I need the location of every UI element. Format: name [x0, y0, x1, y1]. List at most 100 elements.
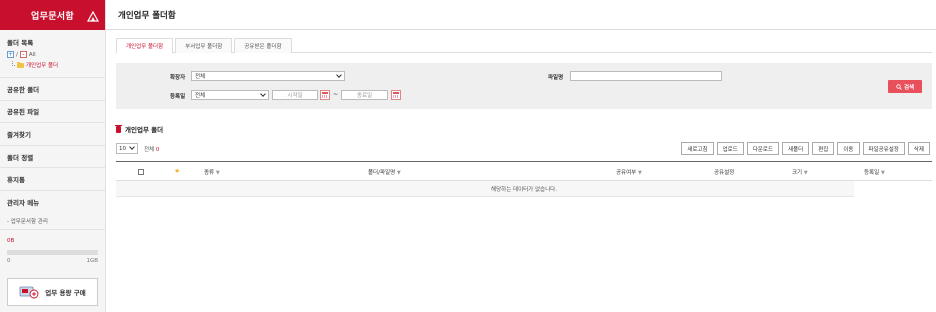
app-root: 업무문서함 폴더 목록 + / - All 개인업무 폴더 공유한 폴더 공유된… — [0, 0, 936, 312]
buy-storage-button[interactable]: 업무 용량 구매 — [7, 277, 98, 306]
list-toolbar: 10 전체 0 새로고침 업로드 다운로드 새폴더 편집 이동 파일공유설정 삭… — [116, 142, 932, 156]
start-date-placeholder: 시작일 — [287, 93, 303, 99]
extension-label: 확장자 — [170, 75, 186, 81]
quota-max: 1GB — [86, 257, 98, 264]
column-shared[interactable]: 공유여부 ▼ — [616, 168, 642, 176]
total-label: 전체 — [144, 147, 155, 153]
tab-shared-received-folders[interactable]: 공유받은 폴더함 — [234, 38, 292, 53]
section-title: 개인업무 폴더 — [115, 124, 164, 134]
sidebar-item-folder-sort[interactable]: 폴더 정렬 — [0, 144, 105, 168]
search-button-label: 검색 — [903, 84, 915, 91]
regdate-select-value: 전체 — [195, 93, 206, 99]
sidebar-item-shared-files[interactable]: 공유된 파일 — [0, 99, 105, 123]
tab-bar: 개인업무 폴더함 부서업무 폴더함 공유받은 폴더함 — [116, 38, 932, 54]
search-icon — [896, 83, 902, 90]
start-date-input[interactable]: 시작일 — [272, 90, 318, 100]
file-share-settings-button[interactable]: 파일공유설정 — [862, 142, 905, 155]
total-count: 전체 0 — [144, 145, 159, 153]
folder-list-section: 폴더 목록 + / - All 개인업무 폴더 — [0, 30, 105, 69]
table-header: ★ 종류 ▼ 폴더/파일명 ▼ 공유여부 ▼ 공유설정 크기 ▼ 등록일 ▼ — [116, 161, 932, 181]
tree-all-link[interactable]: All — [29, 52, 36, 58]
page-size-select[interactable]: 10 — [116, 143, 138, 154]
tree-controls: + / - All — [7, 51, 98, 58]
regdate-select[interactable]: 전체 — [191, 90, 269, 100]
quota-range: 0 1GB — [7, 258, 98, 264]
upload-button[interactable]: 업로드 — [716, 142, 744, 155]
refresh-button[interactable]: 새로고침 — [681, 142, 714, 155]
tab-personal-folders[interactable]: 개인업무 폴더함 — [116, 38, 174, 54]
new-folder-button[interactable]: 새폴더 — [782, 142, 810, 155]
sidebar-item-trash[interactable]: 휴지통 — [0, 167, 105, 190]
extension-select[interactable]: 전체 — [191, 71, 345, 81]
download-button[interactable]: 다운로드 — [746, 142, 780, 155]
tree-item-personal-folder[interactable]: 개인업무 폴더 — [12, 61, 98, 69]
sidebar-item-admin-menu[interactable]: 관리자 메뉴 — [0, 189, 105, 213]
folder-icon — [17, 61, 24, 68]
delete-button[interactable]: 삭제 — [907, 142, 930, 155]
sidebar-item-favorites[interactable]: 즐겨찾기 — [0, 122, 105, 145]
sidebar-item-admin-manage[interactable]: - 업무문서함 관리 — [0, 213, 105, 229]
filename-input[interactable] — [570, 71, 722, 81]
sidebar-menu: 공유한 폴더 공유된 파일 즐겨찾기 폴더 정렬 휴지통 관리자 메뉴 — [0, 77, 105, 213]
edit-button[interactable]: 편집 — [812, 142, 835, 155]
chevron-down-icon — [336, 72, 342, 78]
calendar-icon[interactable] — [320, 90, 330, 100]
page-title: 개인업무 폴더함 — [106, 0, 936, 30]
chevron-down-icon — [260, 91, 266, 97]
tree-item-label: 개인업무 폴더 — [26, 63, 59, 69]
column-name-label: 폴더/파일명 — [368, 170, 396, 176]
move-button[interactable]: 이동 — [837, 142, 860, 155]
folder-list-title: 폴더 목록 — [7, 39, 34, 47]
column-regdate-label: 등록일 — [864, 170, 880, 176]
sidebar: 업무문서함 폴더 목록 + / - All 개인업무 폴더 공유한 폴더 공유된… — [0, 0, 106, 312]
empty-row-right-cell — [854, 181, 932, 197]
quota-section: 0B 0 1GB — [0, 228, 105, 264]
sort-icon: ▼ — [638, 170, 642, 176]
sort-icon: ▼ — [880, 170, 885, 176]
sort-icon: ▼ — [803, 170, 808, 176]
column-regdate[interactable]: 등록일 ▼ — [864, 168, 885, 176]
storage-purchase-icon — [19, 286, 39, 299]
filename-label: 파일명 — [548, 75, 564, 81]
sort-icon: ▼ — [215, 170, 220, 176]
brand-header: 업무문서함 — [0, 0, 105, 30]
end-date-placeholder: 종료일 — [356, 93, 373, 99]
tab-department-folders[interactable]: 부서업무 폴더함 — [175, 38, 233, 53]
tree-separator: / — [16, 51, 18, 58]
expand-all-icon[interactable]: + — [7, 51, 14, 58]
brand-logo-icon — [87, 10, 99, 22]
empty-row: 해당하는 데이터가 없습니다. — [116, 181, 932, 197]
column-size-label: 크기 — [792, 170, 803, 176]
toolbar-buttons: 새로고침 업로드 다운로드 새폴더 편집 이동 파일공유설정 삭제 — [681, 142, 930, 155]
favorite-star-icon[interactable]: ★ — [174, 167, 180, 175]
brand-title: 업무문서함 — [31, 11, 74, 22]
date-range-separator: ~ — [333, 91, 339, 98]
file-table: ★ 종류 ▼ 폴더/파일명 ▼ 공유여부 ▼ 공유설정 크기 ▼ 등록일 ▼ 해… — [116, 161, 932, 197]
column-name[interactable]: 폴더/파일명 ▼ — [368, 168, 401, 176]
quota-used: 0B — [7, 237, 15, 244]
search-button[interactable]: 검색 — [888, 80, 922, 93]
main-content: 개인업무 폴더함 개인업무 폴더함 부서업무 폴더함 공유받은 폴더함 확장자 … — [106, 0, 936, 312]
column-share-setting: 공유설정 — [714, 170, 735, 176]
column-type[interactable]: 종류 ▼ — [204, 168, 220, 176]
regdate-label: 등록일 — [170, 94, 186, 100]
section-title-label: 개인업무 폴더 — [125, 126, 164, 134]
column-shared-label: 공유여부 — [616, 170, 637, 176]
chevron-down-icon — [129, 144, 135, 150]
calendar-icon[interactable] — [391, 90, 401, 100]
column-size[interactable]: 크기 ▼ — [792, 168, 808, 176]
collapse-all-icon[interactable]: - — [19, 51, 27, 58]
end-date-input[interactable]: 종료일 — [341, 90, 388, 100]
total-count-value: 0 — [155, 147, 160, 153]
sort-icon: ▼ — [396, 170, 401, 176]
empty-message: 해당하는 데이터가 없습니다. — [491, 186, 557, 193]
quota-min: 0 — [7, 257, 11, 264]
quota-bar — [7, 249, 98, 255]
page-size-value: 10 — [119, 145, 126, 152]
search-panel: 확장자 전체 파일명 등록일 전체 시작일 ~ 종료일 검색 — [116, 63, 932, 109]
select-all-checkbox[interactable] — [138, 169, 144, 175]
folder-section-icon — [115, 124, 122, 133]
extension-select-value: 전체 — [195, 74, 206, 80]
sidebar-item-shared-folders[interactable]: 공유한 폴더 — [0, 77, 105, 100]
tree-connector — [12, 61, 15, 66]
